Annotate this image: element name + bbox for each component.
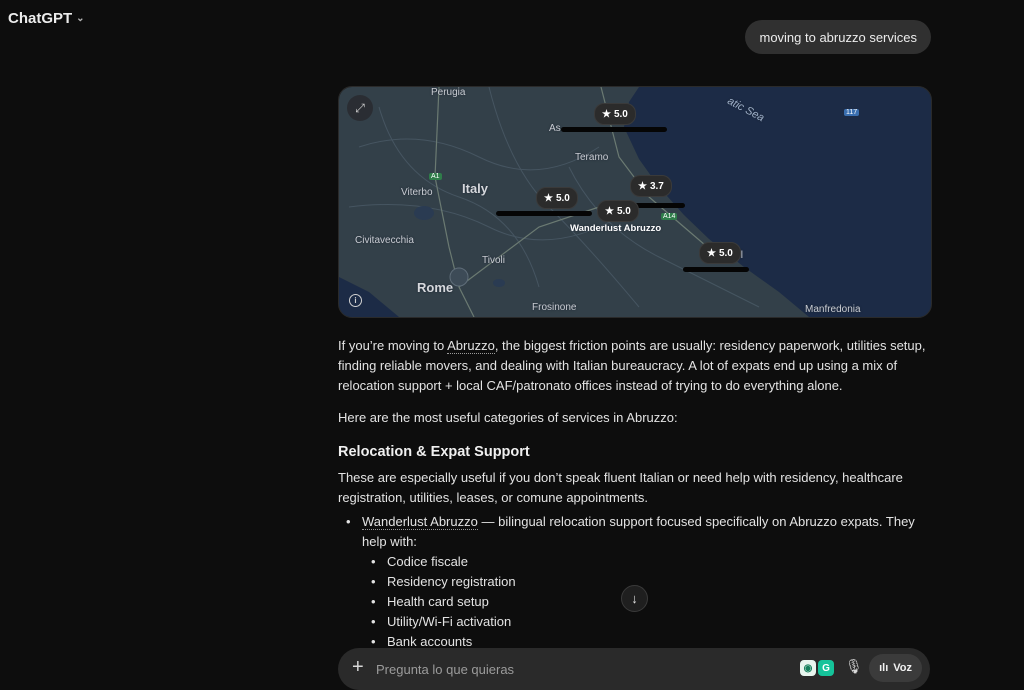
rating-pin[interactable]: ★ 5.0 bbox=[597, 200, 639, 222]
place-teramo: Teramo bbox=[575, 152, 609, 163]
place-italy: Italy bbox=[462, 181, 489, 196]
add-attachment-button[interactable]: + bbox=[352, 656, 364, 679]
place-frosinone: Frosinone bbox=[532, 302, 577, 313]
list-item: Wanderlust Abruzzo — bilingual relocatio… bbox=[346, 512, 930, 652]
place-tivoli: Tivoli bbox=[482, 255, 505, 266]
list-item: Utility/Wi-Fi activation bbox=[371, 612, 930, 632]
place-perugia: Perugia bbox=[431, 87, 466, 98]
rating-pin[interactable]: ★ 5.0 bbox=[594, 103, 636, 125]
place-civitavecchia: Civitavecchia bbox=[355, 235, 414, 246]
star-icon: ★ bbox=[707, 247, 716, 259]
list-item: Codice fiscale bbox=[371, 552, 930, 572]
rating-pin[interactable]: ★ 5.0 bbox=[699, 242, 741, 264]
model-selector[interactable]: ChatGPT ⌄ bbox=[8, 10, 85, 27]
redacted-mark bbox=[561, 127, 667, 132]
rating-pin[interactable]: ★ 3.7 bbox=[630, 175, 672, 197]
categories-intro: Here are the most useful categories of s… bbox=[338, 410, 678, 425]
section-heading: Relocation & Expat Support bbox=[338, 444, 530, 460]
place-wanderlust[interactable]: Wanderlust Abruzzo bbox=[570, 223, 661, 234]
place-viterbo: Viterbo bbox=[401, 187, 433, 198]
composer: + ◉ G 🎙 ılı Voz bbox=[338, 648, 930, 690]
voice-button[interactable]: ılı Voz bbox=[869, 654, 922, 682]
redacted-mark bbox=[683, 267, 749, 272]
arrow-down-icon: ↓ bbox=[631, 591, 638, 606]
rating-pin[interactable]: ★ 5.0 bbox=[536, 187, 578, 209]
list-item: Residency registration bbox=[371, 572, 930, 592]
redacted-mark bbox=[496, 211, 592, 216]
waveform-icon: ılı bbox=[879, 662, 889, 674]
place-rome: Rome bbox=[417, 280, 454, 295]
abruzzo-link[interactable]: Abruzzo bbox=[447, 338, 495, 354]
list-item: Health card setup bbox=[371, 592, 930, 612]
microphone-icon[interactable]: 🎙 bbox=[845, 658, 863, 675]
info-icon[interactable]: i bbox=[349, 294, 362, 307]
scroll-down-button[interactable]: ↓ bbox=[621, 585, 648, 612]
star-icon: ★ bbox=[605, 205, 614, 217]
intro-paragraph: If you’re moving to Abruzzo, the biggest… bbox=[338, 338, 926, 393]
provider-list: Wanderlust Abruzzo — bilingual relocatio… bbox=[338, 512, 930, 652]
chevron-down-icon: ⌄ bbox=[76, 13, 85, 24]
expand-icon[interactable]: ⤢ bbox=[347, 95, 373, 121]
section-description: These are especially useful if you don’t… bbox=[338, 470, 903, 505]
app-title: ChatGPT bbox=[8, 10, 73, 27]
star-icon: ★ bbox=[602, 108, 611, 120]
place-asc: As bbox=[549, 123, 561, 134]
road-badge-a14: A14 bbox=[661, 213, 678, 220]
extension-icons: ◉ G bbox=[800, 660, 834, 676]
map-card[interactable]: ⤢ i Perugia atic Sea As Teramo Italy Vit… bbox=[338, 86, 932, 318]
place-manfredonia: Manfredonia bbox=[805, 304, 861, 315]
prompt-input[interactable] bbox=[376, 658, 756, 680]
road-badge-a1: A1 bbox=[429, 173, 442, 180]
extension-icon[interactable]: ◉ bbox=[800, 660, 816, 676]
road-badge-117: 117 bbox=[844, 109, 860, 116]
star-icon: ★ bbox=[638, 180, 647, 192]
star-icon: ★ bbox=[544, 192, 553, 204]
user-message: moving to abruzzo services bbox=[745, 20, 931, 54]
grammar-extension-icon[interactable]: G bbox=[818, 660, 834, 676]
provider-link[interactable]: Wanderlust Abruzzo bbox=[362, 514, 478, 530]
